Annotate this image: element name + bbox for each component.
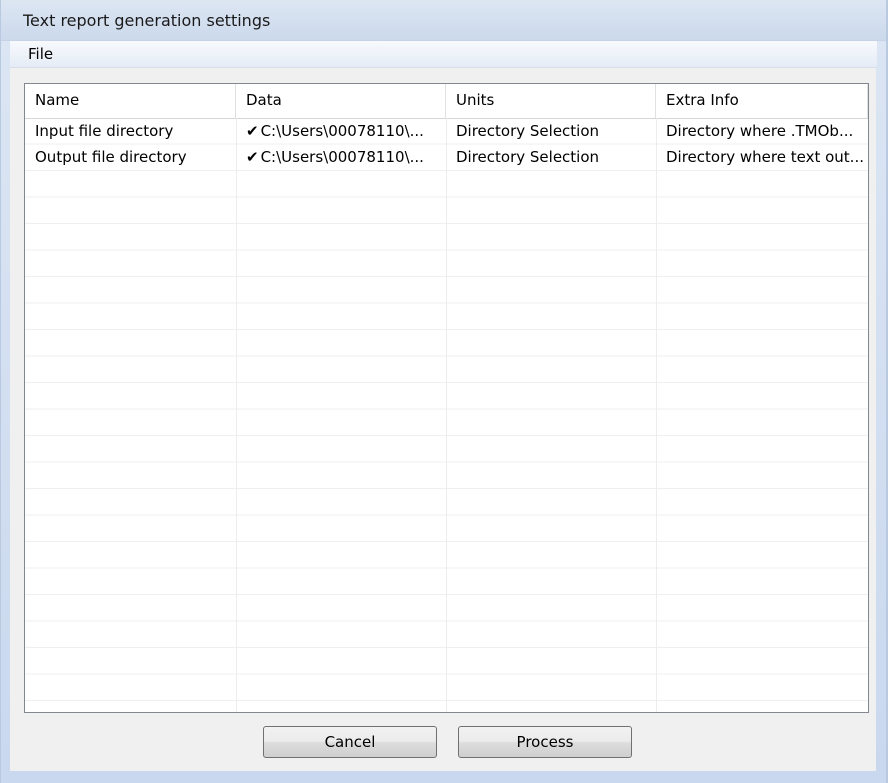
column-header-extra-info[interactable]: Extra Info <box>656 84 868 118</box>
cell-data[interactable]: ✔ C:\Users\00078110\... <box>236 118 446 144</box>
menu-file[interactable]: File <box>26 45 55 63</box>
table-row[interactable]: Input file directory ✔ C:\Users\00078110\… <box>25 118 868 144</box>
cancel-button[interactable]: Cancel <box>263 726 437 758</box>
cell-extra-info[interactable]: Directory where .TMOb... <box>656 118 868 144</box>
settings-grid: Name Data Units Extra Info Input file di… <box>24 83 869 713</box>
column-divider <box>656 118 657 712</box>
column-header-name[interactable]: Name <box>25 84 236 118</box>
cell-data-value: C:\Users\00078110\... <box>260 148 424 166</box>
title-bar[interactable]: Text report generation settings <box>1 0 886 41</box>
process-button[interactable]: Process <box>458 726 632 758</box>
column-header-data[interactable]: Data <box>236 84 446 118</box>
grid-header: Name Data Units Extra Info <box>25 84 868 119</box>
menu-bar: File <box>10 41 877 68</box>
column-header-units[interactable]: Units <box>446 84 656 118</box>
cell-units[interactable]: Directory Selection <box>446 144 656 170</box>
cell-units[interactable]: Directory Selection <box>446 118 656 144</box>
cell-name[interactable]: Output file directory <box>25 144 236 170</box>
cell-data-value: C:\Users\00078110\... <box>260 122 424 140</box>
column-divider <box>446 118 447 712</box>
checkmark-icon: ✔ <box>246 148 259 166</box>
column-divider <box>236 118 237 712</box>
table-row[interactable]: Output file directory ✔ C:\Users\00078110… <box>25 144 868 170</box>
window-title: Text report generation settings <box>23 11 271 30</box>
cell-extra-info[interactable]: Directory where text out... <box>656 144 868 170</box>
settings-window: Text report generation settings File Nam… <box>0 0 888 783</box>
cell-name[interactable]: Input file directory <box>25 118 236 144</box>
checkmark-icon: ✔ <box>246 122 259 140</box>
cell-data[interactable]: ✔ C:\Users\00078110\... <box>236 144 446 170</box>
dialog-body: Name Data Units Extra Info Input file di… <box>10 68 876 771</box>
